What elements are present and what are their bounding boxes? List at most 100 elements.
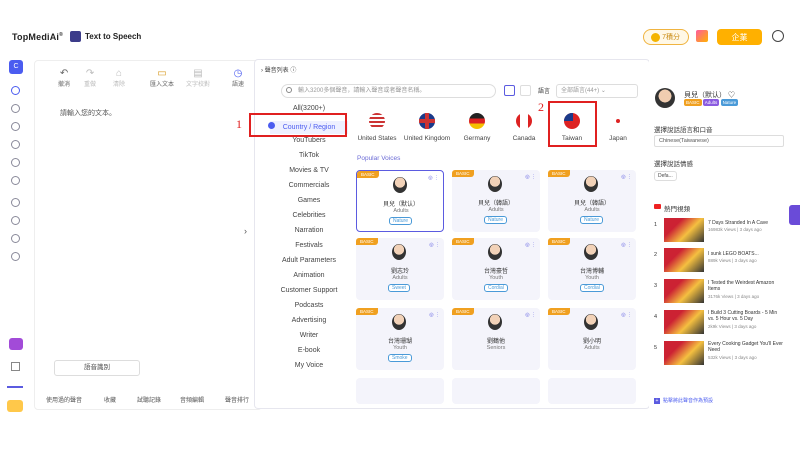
category-youtubers[interactable]: YouTubers	[270, 137, 348, 144]
sidebar-clone-icon[interactable]	[11, 122, 20, 131]
voice-card[interactable]: BASIC ◎ ⋮ 台灣博輔 Youth Cordial	[548, 238, 636, 300]
voice-card[interactable]: BASIC ◎ ⋮ 台灣珊瑚 Youth Smoke	[356, 308, 444, 370]
video-title[interactable]: I sunk LEGO BOATS...	[708, 251, 784, 257]
coins-pill[interactable]: 7積分	[643, 29, 689, 45]
voice-search-input[interactable]: 輸入3200多個聲音，請輸入聲音或者聲音名稱。	[281, 84, 496, 98]
category-podcasts[interactable]: Podcasts	[270, 302, 348, 309]
video-title[interactable]: I Tested the Weirdest Amazon Items	[708, 280, 784, 292]
category-celebrities[interactable]: Celebrities	[270, 212, 348, 219]
bottom-tool-favorite[interactable]: 收藏	[104, 395, 116, 404]
card-actions-icon[interactable]: ◎ ⋮	[621, 312, 632, 318]
voice-card[interactable]: BASIC ◎ ⋮ 劉小明 Adults	[548, 308, 636, 370]
sidebar-vip-icon[interactable]	[7, 400, 23, 412]
country-japan[interactable]: Japan	[588, 135, 648, 142]
set-default-voice-link[interactable]: + 點擊將此聲音作為預設	[654, 397, 713, 404]
category-tiktok[interactable]: TikTok	[270, 152, 348, 159]
sidebar-sync-icon[interactable]	[11, 252, 20, 261]
video-thumbnail[interactable]	[664, 279, 704, 303]
bottom-tool-ranking[interactable]: 聲音排行	[225, 395, 255, 404]
sidebar-logo[interactable]: C	[9, 60, 23, 74]
flag-germany-icon[interactable]	[469, 113, 485, 129]
card-actions-icon[interactable]: ◎ ⋮	[428, 175, 439, 181]
side-floating-tab[interactable]	[789, 205, 800, 225]
card-actions-icon[interactable]: ◎ ⋮	[429, 242, 440, 248]
card-actions-icon[interactable]: ◎ ⋮	[621, 242, 632, 248]
flag-united-states-icon[interactable]	[369, 113, 385, 129]
video-thumbnail[interactable]	[664, 248, 704, 272]
sidebar-grid-icon[interactable]	[11, 362, 20, 371]
voice-card[interactable]: BASIC ◎ ⋮ 劉鶴他 Seniors	[452, 308, 540, 370]
avatar	[488, 176, 502, 192]
category-customer-support[interactable]: Customer Support	[270, 287, 348, 294]
card-actions-icon[interactable]: ◎ ⋮	[525, 312, 536, 318]
voice-card[interactable]: BASIC ◎ ⋮ 劉志玲 Adults Sweet	[356, 238, 444, 300]
flag-united-kingdom-icon[interactable]	[419, 113, 435, 129]
sidebar-edit-icon[interactable]	[11, 158, 20, 167]
video-rank: 5	[654, 345, 658, 351]
category-advertising[interactable]: Advertising	[270, 317, 348, 324]
category-commercials[interactable]: Commercials	[270, 182, 348, 189]
sidebar-music-icon[interactable]	[11, 216, 20, 225]
video-thumbnail[interactable]	[664, 310, 704, 334]
basic-badge: BASIC	[357, 171, 379, 178]
video-thumbnail[interactable]	[664, 341, 704, 365]
language-select[interactable]: 全部語言(44+) ⌄	[556, 84, 638, 98]
voice-card[interactable]: BASIC ◎ ⋮ 貝兒（默认） Adults Nature	[356, 170, 444, 232]
emotion-default-chip[interactable]: Defa...	[654, 171, 677, 181]
category-festivals[interactable]: Festivals	[270, 242, 348, 249]
bottom-tool-history[interactable]: 試聽記錄	[137, 395, 161, 404]
flag-japan-icon[interactable]	[610, 113, 626, 129]
sidebar-tts-icon[interactable]	[11, 86, 20, 95]
link-icon[interactable]	[520, 85, 531, 96]
undo-button[interactable]: ↶ 撤消	[58, 68, 70, 88]
card-actions-icon[interactable]: ◎ ⋮	[525, 242, 536, 248]
language-accent-select[interactable]: Chinese(Taiwanese)	[654, 135, 784, 147]
filter-icon[interactable]	[504, 85, 515, 96]
text-check-button[interactable]: ▤ 文字校對	[186, 68, 210, 88]
clear-button[interactable]: ⌂ 清除	[113, 68, 125, 88]
category-all[interactable]: All(3200+)	[270, 105, 348, 112]
card-actions-icon[interactable]: ◎ ⋮	[621, 174, 632, 180]
category-animation[interactable]: Animation	[270, 272, 348, 279]
card-actions-icon[interactable]: ◎ ⋮	[525, 174, 536, 180]
plus-icon: +	[654, 398, 660, 404]
sidebar-record-icon[interactable]	[11, 234, 20, 243]
bottom-tool-audio-edit[interactable]: 音頻編輯	[180, 395, 204, 404]
sidebar-bottom-icon[interactable]	[9, 338, 23, 350]
enterprise-button[interactable]: 企業	[717, 29, 762, 45]
gift-icon[interactable]	[696, 30, 708, 42]
category-adult-parameters[interactable]: Adult Parameters	[270, 257, 348, 264]
sidebar-folder-icon[interactable]	[11, 176, 20, 185]
panel-collapse-arrow[interactable]: ›	[244, 226, 247, 236]
video-title[interactable]: I Build 3 Cutting Boards - 5 Min vs. 5 H…	[708, 310, 784, 322]
speed-button[interactable]: ◷ 語速	[232, 68, 244, 88]
category-writer[interactable]: Writer	[270, 332, 348, 339]
card-actions-icon[interactable]: ◎ ⋮	[429, 312, 440, 318]
voice-card-partial[interactable]	[452, 378, 540, 404]
category-games[interactable]: Games	[270, 197, 348, 204]
sidebar-mic-icon[interactable]	[11, 140, 20, 149]
voice-card[interactable]: BASIC ◎ ⋮ 貝兒（韓語） Adults Nature	[452, 170, 540, 232]
category-narration[interactable]: Narration	[270, 227, 348, 234]
category-ebook[interactable]: E-book	[270, 347, 348, 354]
category-my-voice[interactable]: My Voice	[270, 362, 348, 369]
category-movies-tv[interactable]: Movies & TV	[270, 167, 348, 174]
voice-card-partial[interactable]	[356, 378, 444, 404]
sidebar-voice-icon[interactable]	[11, 104, 20, 113]
voice-card-partial[interactable]	[548, 378, 636, 404]
video-title[interactable]: 7 Days Stranded In A Cave	[708, 220, 784, 226]
globe-icon[interactable]	[772, 30, 784, 42]
voice-card[interactable]: BASIC ◎ ⋮ 台灣豪哲 Youth Cordial	[452, 238, 540, 300]
voice-card[interactable]: BASIC ◎ ⋮ 貝兒（韓語） Adults Nature	[548, 170, 636, 232]
redo-button[interactable]: ↷ 重做	[84, 68, 96, 88]
voice-clone-button[interactable]: 語音識別	[54, 360, 140, 376]
flag-canada-icon[interactable]	[516, 113, 532, 129]
app-logo[interactable]: TopMediAi®	[12, 32, 63, 42]
video-thumbnail[interactable]	[664, 218, 704, 242]
voice-name: 台灣博輔	[579, 269, 604, 275]
basic-badge: BASIC	[548, 170, 570, 177]
bottom-tool-used[interactable]: 使用過的聲音	[46, 395, 82, 404]
sidebar-settings-icon[interactable]	[11, 198, 20, 207]
video-title[interactable]: Every Cooking Gadget You'll Ever Need	[708, 341, 784, 353]
import-text-button[interactable]: ▭ 匯入文本	[150, 68, 174, 88]
